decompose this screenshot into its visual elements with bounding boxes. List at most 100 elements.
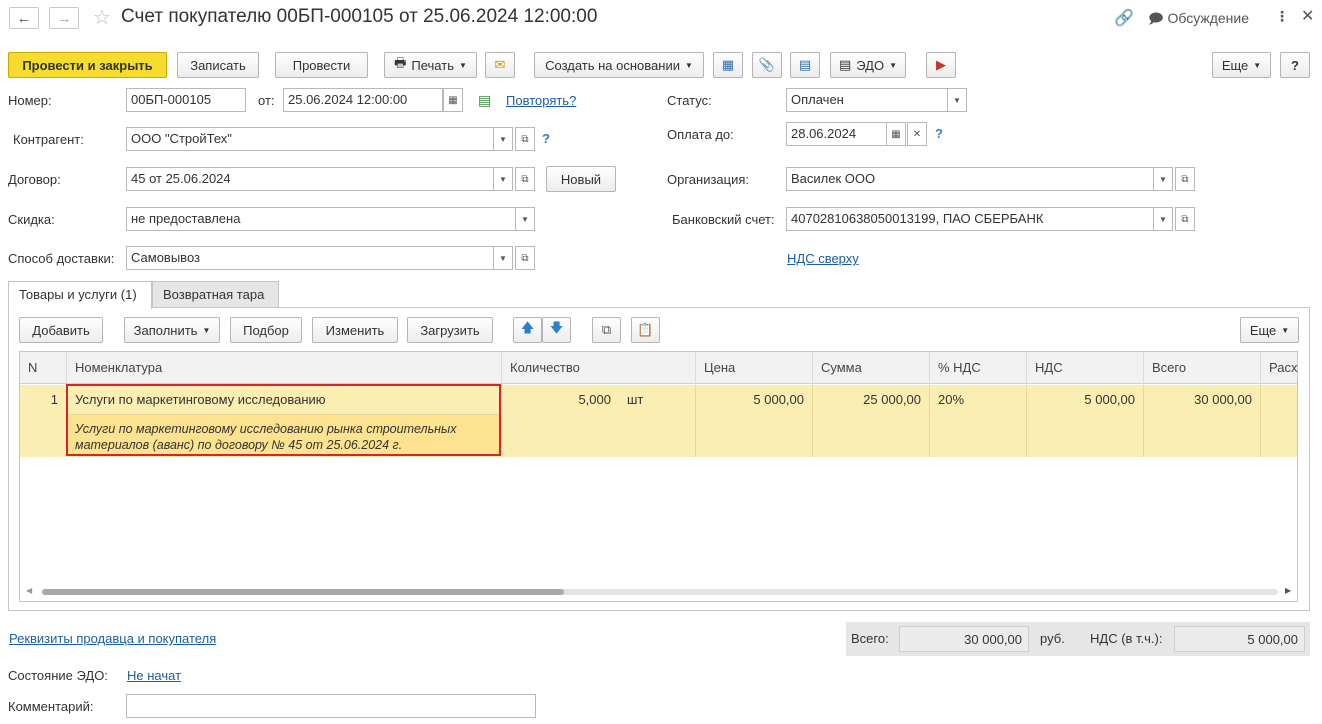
move-up-button[interactable]: 🡅 [513,317,542,343]
column-header[interactable]: Всего [1144,352,1261,384]
row-total[interactable]: 30 000,00 [1144,385,1261,457]
vat-link[interactable]: НДС сверху [787,251,859,266]
chevron-down-icon: ▼ [684,60,693,70]
column-header[interactable]: Номенклатура [67,352,502,384]
row-quantity[interactable]: 5,000 [502,385,619,457]
contract-label: Договор: [8,172,61,187]
send-button[interactable]: ▶ [926,52,956,78]
row-vat[interactable]: 5 000,00 [1027,385,1144,457]
report-button[interactable]: ▤ [790,52,820,78]
fill-button[interactable]: Заполнить ▼ [124,317,220,343]
edo-state-link[interactable]: Не начат [127,668,181,683]
structure-button[interactable]: ▦ [713,52,743,78]
print-button[interactable]: 🖶 Печать ▼ [384,52,477,78]
clear-icon[interactable]: ✕ [907,122,927,146]
row-sum[interactable]: 25 000,00 [813,385,930,457]
new-contract-button[interactable]: Новый [546,166,616,192]
chevron-down-icon[interactable]: ▼ [493,167,513,191]
discount-select[interactable]: не предоставлена [126,207,516,231]
arrow-left-icon: ← [16,9,32,27]
save-button[interactable]: Записать [177,52,259,78]
row-price[interactable]: 5 000,00 [696,385,813,457]
comment-field[interactable] [126,694,536,718]
delivery-label: Способ доставки: [8,251,115,266]
column-header[interactable]: Расх [1261,352,1297,384]
repeat-link[interactable]: Повторять? [506,93,576,108]
total-value: 30 000,00 [899,626,1029,652]
chevron-down-icon[interactable]: ▼ [493,246,513,270]
table-more-label: Еще [1249,322,1277,338]
tab-returnable-packaging[interactable]: Возвратная тара [152,281,279,308]
requisites-link[interactable]: Реквизиты продавца и покупателя [9,631,216,646]
tab-goods-services[interactable]: Товары и услуги (1) [8,281,152,309]
create-based-on-button[interactable]: Создать на основании ▼ [534,52,704,78]
contract-field[interactable]: 45 от 25.06.2024 [126,167,494,191]
number-field[interactable]: 00БП-000105 [126,88,246,112]
chevron-down-icon: ▼ [1281,325,1290,335]
table-more-button[interactable]: Еще ▼ [1240,317,1299,343]
scroll-left-icon[interactable]: ◀ [26,586,32,595]
column-header[interactable]: НДС [1027,352,1144,384]
paste-button[interactable]: 📋 [631,317,660,343]
chevron-down-icon[interactable]: ▼ [1153,207,1173,231]
post-button[interactable]: Провести [275,52,368,78]
open-icon[interactable]: ⧉ [515,167,535,191]
table-row[interactable]: 1 Услуги по маркетинговому исследованию … [20,385,1297,457]
copy-button[interactable]: ⧉ [592,317,621,343]
more-button[interactable]: Еще ▼ [1212,52,1271,78]
chevron-down-icon[interactable]: ▼ [515,207,535,231]
row-item[interactable]: Услуги по маркетинговому исследованию Ус… [67,385,502,457]
post-and-close-button[interactable]: Провести и закрыть [8,52,167,78]
column-header[interactable]: N [20,352,67,384]
organization-field[interactable]: Василек ООО [786,167,1154,191]
scroll-right-icon[interactable]: ▶ [1285,586,1291,595]
row-vat-rate[interactable]: 20% [930,385,1027,457]
pay-until-field[interactable]: 28.06.2024 [786,122,887,146]
change-button[interactable]: Изменить [312,317,398,343]
open-icon[interactable]: ⧉ [1175,167,1195,191]
counterparty-field[interactable]: ООО "СтройТех" [126,127,494,151]
add-row-button[interactable]: Добавить [19,317,103,343]
counterparty-label: Контрагент: [13,132,84,147]
open-icon[interactable]: ⧉ [515,127,535,151]
link-icon[interactable]: 🔗 [1114,8,1134,28]
column-header[interactable]: Цена [696,352,813,384]
calendar-icon[interactable]: ▦ [443,88,463,112]
help-button[interactable]: ? [1280,52,1310,78]
row-unit[interactable]: шт [619,385,696,457]
email-button[interactable]: ✉ [485,52,515,78]
row-item-description-line2: материалов (аванс) по договору № 45 от 2… [75,438,403,452]
favorite-star-icon[interactable]: ☆ [93,5,111,30]
forward-button[interactable]: → [49,7,79,29]
pay-until-help-icon[interactable]: ? [935,126,943,141]
chevron-down-icon[interactable]: ▼ [1153,167,1173,191]
chevron-down-icon: ▼ [202,325,211,335]
counterparty-help-icon[interactable]: ? [542,131,550,146]
load-button[interactable]: Загрузить [407,317,493,343]
row-expense[interactable] [1261,385,1297,457]
chevron-down-icon[interactable]: ▼ [947,88,967,112]
discussion-button[interactable]: 🗩 Обсуждение [1148,8,1249,32]
back-button[interactable]: ← [9,7,39,29]
open-icon[interactable]: ⧉ [1175,207,1195,231]
vat-total-value: 5 000,00 [1174,626,1305,652]
goods-table[interactable]: N Номенклатура Количество Цена Сумма % Н… [19,351,1298,602]
column-header[interactable]: Сумма [813,352,930,384]
move-down-button[interactable]: 🡇 [542,317,571,343]
bank-account-field[interactable]: 40702810638050013199, ПАО СБЕРБАНК [786,207,1154,231]
chevron-down-icon[interactable]: ▼ [493,127,513,151]
status-select[interactable]: Оплачен [786,88,948,112]
pick-button[interactable]: Подбор [230,317,302,343]
attachments-button[interactable]: 📎 [752,52,782,78]
date-field[interactable]: 25.06.2024 12:00:00 [283,88,443,112]
column-header[interactable]: Количество [502,352,696,384]
open-icon[interactable]: ⧉ [515,246,535,270]
calendar-icon[interactable]: ▦ [886,122,906,146]
edo-button[interactable]: ▤ ЭДО ▼ [830,52,906,78]
horizontal-scrollbar[interactable]: ◀ ▶ [20,585,1297,599]
scroll-thumb[interactable] [42,589,564,595]
close-icon[interactable]: ✕ [1301,6,1314,26]
delivery-field[interactable]: Самовывоз [126,246,494,270]
more-menu-icon[interactable]: ⋮ [1275,8,1289,25]
column-header[interactable]: % НДС [930,352,1027,384]
